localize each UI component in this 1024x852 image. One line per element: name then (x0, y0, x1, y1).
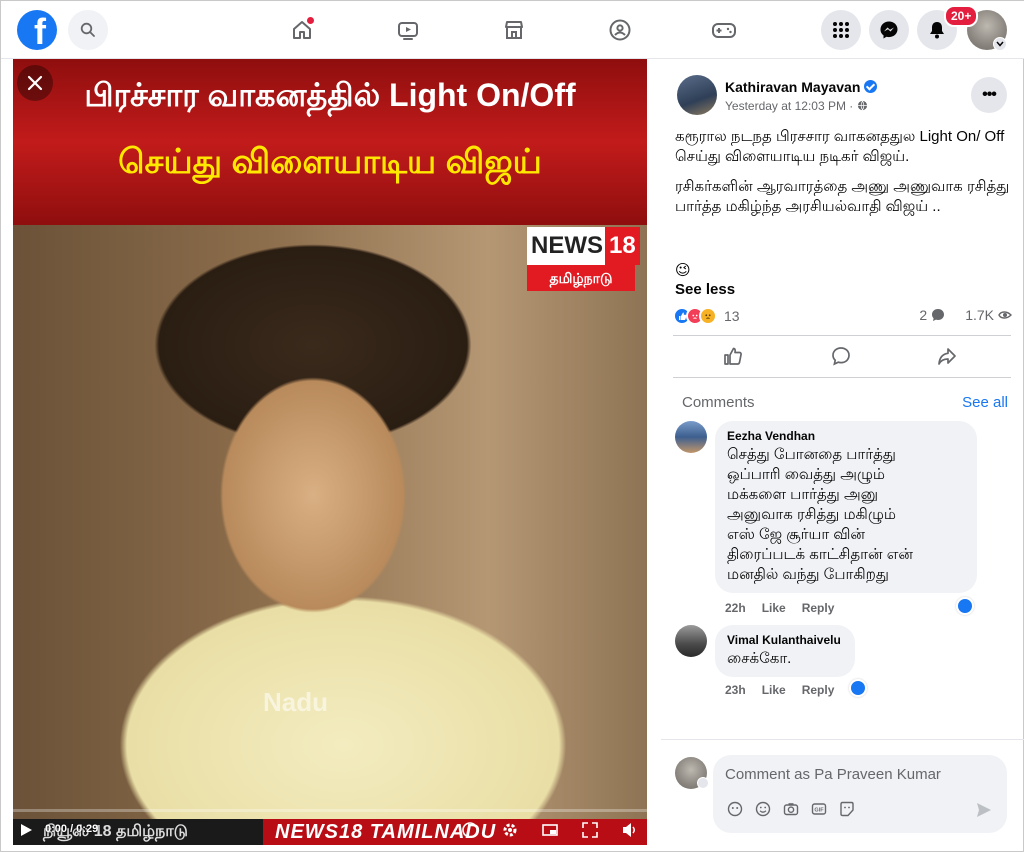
comment-time[interactable]: 23h (725, 683, 746, 697)
groups-icon (609, 19, 631, 41)
search-icon (80, 22, 95, 37)
emoji-icon[interactable] (755, 801, 771, 817)
send-icon[interactable] (975, 801, 993, 819)
comment-like-button[interactable]: Like (762, 683, 786, 697)
play-icon[interactable] (19, 823, 33, 837)
comment-reply-button[interactable]: Reply (802, 683, 835, 697)
chevron-down-icon[interactable] (697, 777, 709, 789)
comment-meta: 22h Like Reply (725, 601, 834, 615)
close-button[interactable] (17, 65, 53, 101)
post-body: கரூரால நடநத பிரசசார வாகனததுல Light On/ O… (675, 127, 1011, 227)
video-title-banner: பிரச்சார வாகனத்தில் Light On/Off செய்து … (13, 59, 647, 225)
facebook-logo[interactable]: f (17, 10, 57, 50)
comment-like-button[interactable]: Like (762, 601, 786, 615)
comments-count[interactable]: 2 (919, 307, 927, 323)
video-controls: 0:00 / 0:29 (13, 813, 647, 845)
divider (673, 335, 1011, 336)
share-icon (998, 311, 1012, 319)
sad-reaction-icon (699, 307, 717, 325)
video-icon (398, 22, 418, 40)
fullscreen-icon[interactable] (581, 821, 599, 839)
account-chevron-icon[interactable] (993, 37, 1007, 51)
comment-composer: GIF (713, 755, 1007, 833)
nav-watch[interactable] (393, 15, 423, 45)
post-panel: Kathiravan Mayavan Yesterday at 12:03 PM… (661, 59, 1024, 851)
reaction-summary[interactable]: 13 (673, 305, 740, 327)
comment-bubble: Vimal Kulanthaivelu சைக்கோ. (715, 625, 855, 677)
comment-like-reaction-icon (849, 679, 867, 697)
comment-time[interactable]: 22h (725, 601, 746, 615)
globe-icon (857, 100, 867, 111)
comment-reply-button[interactable]: Reply (802, 601, 835, 615)
volume-icon[interactable] (621, 821, 639, 839)
top-navigation-bar: f 20+ (1, 1, 1024, 59)
camera-icon[interactable] (783, 801, 799, 817)
menu-button[interactable] (821, 10, 861, 50)
messenger-button[interactable] (869, 10, 909, 50)
settings-gear-icon[interactable] (501, 821, 519, 839)
see-less-link[interactable]: See less (675, 281, 735, 298)
shares-count[interactable]: 1.7K (965, 307, 994, 323)
close-icon (27, 75, 43, 91)
divider (673, 377, 1011, 378)
miniplayer-icon[interactable] (541, 821, 559, 839)
video-time: 0:00 / 0:29 (45, 823, 99, 835)
nav-marketplace[interactable] (499, 15, 529, 45)
notifications-badge: 20+ (944, 5, 979, 27)
share-button[interactable] (937, 346, 957, 366)
search-button[interactable] (68, 10, 108, 50)
svg-text:GIF: GIF (814, 808, 824, 814)
wink-emoji-icon: 😉 (675, 262, 691, 279)
nav-groups[interactable] (605, 15, 635, 45)
comment-bubble-icon (932, 309, 945, 321)
comment-meta: 23h Like Reply (725, 683, 834, 697)
bell-icon (930, 22, 944, 39)
news18-logo: NEWS 18 தமிழ்நாடு (527, 227, 640, 297)
comment-text: செத்து போனதை பார்த்து ஒப்பாரி வைத்து அழு… (727, 446, 913, 583)
comment-bubble: Eezha Vendhan செத்து போனதை பார்த்து ஒப்ப… (715, 421, 977, 593)
post-stats: 2 1.7K (919, 307, 1012, 323)
divider (661, 739, 1024, 740)
comment-input[interactable] (725, 763, 995, 785)
app-window: f 20+ பிரச்சார வாகனத்தில் Light On/Off ச… (0, 0, 1024, 852)
more-options-button[interactable]: ••• (971, 77, 1007, 113)
comment-like-reaction-icon (956, 597, 974, 615)
comment-button[interactable] (831, 346, 851, 366)
nav-gaming[interactable] (709, 15, 739, 45)
video-player[interactable]: பிரச்சார வாகனத்தில் Light On/Off செய்து … (13, 59, 647, 845)
grid-menu-icon (833, 22, 849, 38)
comment-text: சைக்கோ. (727, 650, 792, 667)
author-name[interactable]: Kathiravan Mayavan (725, 79, 860, 95)
marketplace-icon (505, 21, 523, 39)
comments-heading: Comments (682, 394, 755, 411)
sticker-icon[interactable] (839, 801, 855, 817)
gif-icon[interactable]: GIF (811, 801, 827, 817)
see-all-link[interactable]: See all (962, 394, 1008, 411)
banner-line-1: பிரச்சார வாகனத்தில் Light On/Off (84, 77, 576, 113)
banner-line-2: செய்து விளையாடிய விஜய் (118, 143, 542, 181)
author-avatar[interactable] (677, 75, 717, 115)
gaming-icon (712, 23, 736, 38)
notification-dot (307, 17, 314, 24)
video-progress-bar[interactable] (13, 809, 647, 812)
captions-icon[interactable] (461, 821, 479, 839)
post-timestamp[interactable]: Yesterday at 12:03 PM · (725, 99, 857, 113)
commenter-name[interactable]: Vimal Kulanthaivelu (727, 633, 843, 647)
avatar-sticker-icon[interactable] (727, 801, 743, 817)
verified-badge-icon (864, 80, 878, 93)
commenter-avatar[interactable] (675, 421, 707, 453)
commenter-name[interactable]: Eezha Vendhan (727, 429, 965, 443)
post-meta: Yesterday at 12:03 PM · (725, 99, 868, 113)
nav-home[interactable] (287, 15, 317, 45)
like-button[interactable] (723, 346, 743, 366)
video-frame: Nadu (13, 225, 647, 821)
author-name-row: Kathiravan Mayavan (725, 79, 878, 95)
post-paragraph-2: ரசிகர்களின் ஆரவாரத்தை அணு அணுவாக ரசித்து… (675, 178, 1010, 215)
messenger-icon (880, 21, 898, 39)
reaction-count: 13 (724, 308, 740, 324)
post-paragraph-1: கரூரால நடநத பிரசசார வாகனததுல Light On/ O… (675, 128, 1005, 165)
video-watermark: Nadu (263, 687, 328, 717)
commenter-avatar[interactable] (675, 625, 707, 657)
